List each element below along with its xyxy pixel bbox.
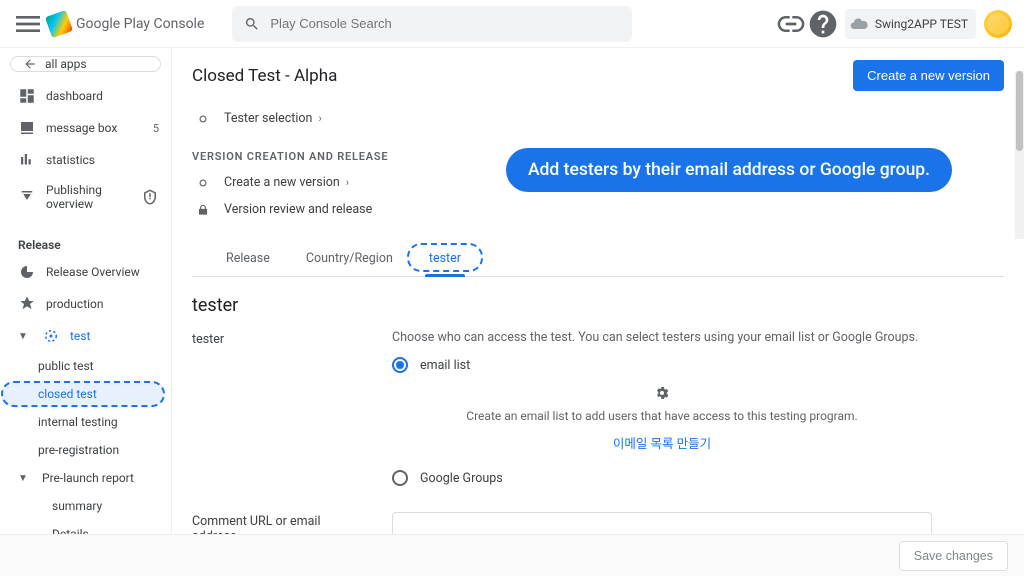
gear-icon xyxy=(392,385,932,405)
scrollbar-thumb[interactable] xyxy=(1016,71,1023,151)
sidebar-item-pl-details[interactable]: Details xyxy=(0,520,171,534)
create-email-list-link[interactable]: 이메일 목록 만들기 xyxy=(392,433,932,452)
brand-text: Google Play Console xyxy=(76,16,204,32)
sidebar-item-dashboard[interactable]: dashboard xyxy=(0,80,171,112)
account-name: Swing2APP TEST xyxy=(875,17,968,31)
radio-google-groups[interactable]: Google Groups xyxy=(392,470,932,486)
test-icon xyxy=(42,327,60,345)
cloud-icon xyxy=(849,14,869,34)
sidebar-item-pl-summary[interactable]: summary xyxy=(0,492,171,520)
link-icon xyxy=(775,8,807,40)
page-title: Closed Test - Alpha xyxy=(192,66,337,86)
all-apps-button[interactable]: all apps xyxy=(10,56,161,72)
radio-email-list[interactable]: email list xyxy=(392,357,932,373)
lock-icon xyxy=(196,203,210,217)
sidebar-item-production[interactable]: production xyxy=(0,288,171,320)
footer: Save changes xyxy=(0,534,1024,576)
radio-icon xyxy=(392,357,408,373)
search-icon xyxy=(244,16,260,32)
sidebar-item-publishing-overview[interactable]: Publishing overview xyxy=(0,176,171,218)
inbox-icon xyxy=(18,119,36,137)
back-arrow-icon xyxy=(23,57,37,71)
step-tester-selection[interactable]: Tester selection › xyxy=(192,105,1004,132)
sidebar-item-release-overview[interactable]: Release Overview xyxy=(0,256,171,288)
create-version-button[interactable]: Create a new version xyxy=(853,60,1004,91)
sidebar-item-statistics[interactable]: statistics xyxy=(0,144,171,176)
tester-description: Choose who can access the test. You can … xyxy=(392,330,932,345)
chevron-down-icon: ▼ xyxy=(18,331,32,342)
message-count: 5 xyxy=(153,122,159,135)
help-icon xyxy=(807,8,839,40)
production-icon xyxy=(18,295,36,313)
circle-icon xyxy=(196,112,210,126)
search-input[interactable] xyxy=(270,16,620,31)
chevron-right-icon: › xyxy=(346,176,349,189)
create-list-description: Create an email list to add users that h… xyxy=(392,409,932,423)
avatar[interactable] xyxy=(984,10,1012,38)
help-button[interactable] xyxy=(807,8,839,40)
dashboard-icon xyxy=(18,87,36,105)
menu-icon xyxy=(12,8,44,40)
step-review-release: Version review and release xyxy=(192,196,1004,223)
overview-icon xyxy=(18,263,36,281)
tab-country-region[interactable]: Country/Region xyxy=(302,241,397,276)
sidebar-item-test[interactable]: ▼ test xyxy=(0,320,171,352)
radio-icon xyxy=(392,470,408,486)
comment-input[interactable] xyxy=(392,512,932,534)
sidebar-item-public-test[interactable]: public test xyxy=(0,352,171,380)
play-console-icon xyxy=(45,9,73,37)
chevron-right-icon: › xyxy=(318,112,321,125)
all-apps-label: all apps xyxy=(45,57,87,71)
tab-tester[interactable]: tester xyxy=(425,241,465,276)
hamburger-button[interactable] xyxy=(12,8,44,40)
publishing-status-icon xyxy=(141,188,159,206)
tabs: Release Country/Region tester xyxy=(192,241,1004,277)
brand-logo[interactable]: Google Play Console xyxy=(48,13,204,35)
comment-label: Comment URL or email address xyxy=(192,512,362,534)
search-bar[interactable] xyxy=(232,6,632,42)
sidebar-item-message-box[interactable]: message box 5 xyxy=(0,112,171,144)
chevron-down-icon: ▼ xyxy=(18,473,32,484)
stats-icon xyxy=(18,151,36,169)
scrollbar[interactable] xyxy=(1015,71,1024,239)
tester-label: tester xyxy=(192,330,362,498)
sidebar-item-pre-launch-report[interactable]: ▼ Pre-launch report xyxy=(0,464,171,492)
save-changes-button[interactable]: Save changes xyxy=(899,541,1008,571)
publish-icon xyxy=(18,188,36,206)
tab-release[interactable]: Release xyxy=(222,241,274,276)
sidebar-item-internal-testing[interactable]: internal testing xyxy=(0,408,171,436)
tester-heading: tester xyxy=(192,295,1004,316)
sidebar-item-pre-registration[interactable]: pre-registration xyxy=(0,436,171,464)
annotation-callout: Add testers by their email address or Go… xyxy=(506,148,952,192)
circle-icon xyxy=(196,176,210,190)
link-icon-button[interactable] xyxy=(775,8,807,40)
account-switcher[interactable]: Swing2APP TEST xyxy=(845,9,976,39)
sidebar: all apps dashboard message box 5 statist… xyxy=(0,48,172,534)
sidebar-section-release: Release xyxy=(0,230,171,256)
sidebar-item-closed-test[interactable]: closed test xyxy=(0,380,171,408)
